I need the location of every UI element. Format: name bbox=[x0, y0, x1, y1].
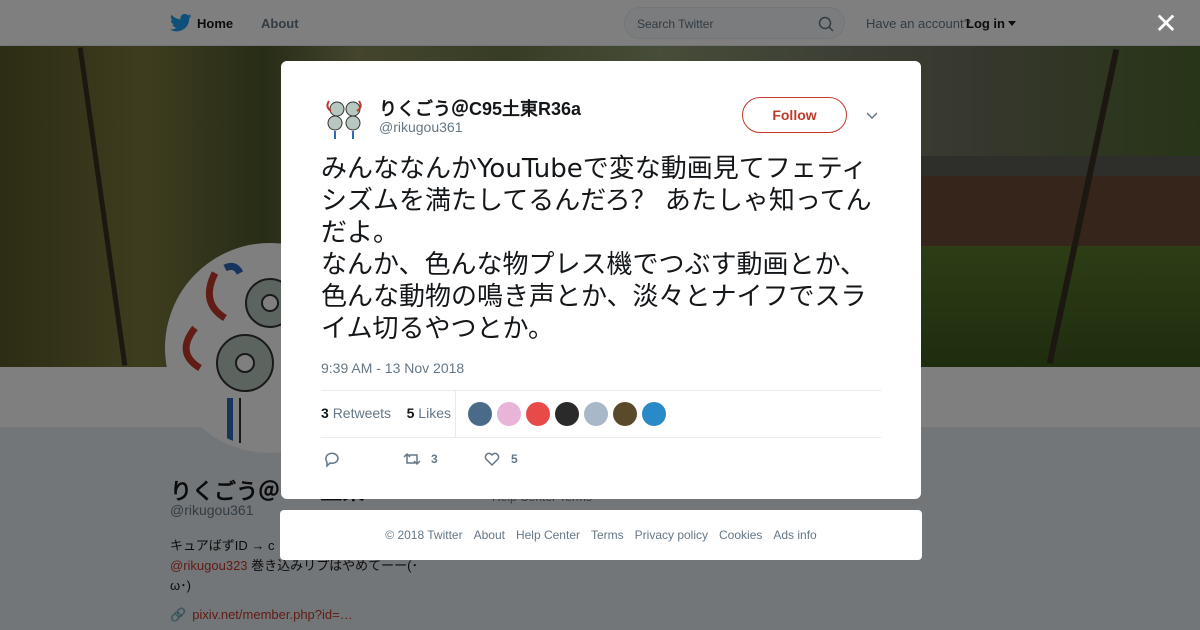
footer-link[interactable]: About bbox=[474, 528, 505, 542]
likes-label: Likes bbox=[418, 405, 451, 421]
likes-stat[interactable]: 5 Likes bbox=[407, 405, 451, 421]
copyright-text: © 2018 Twitter bbox=[385, 528, 463, 542]
tweet-modal: りくごう＠C95土東R36a @rikugou361 Follow みんななんか… bbox=[281, 61, 921, 499]
liker-avatar[interactable] bbox=[468, 402, 492, 426]
tweet-stats: 3 Retweets 5 Likes bbox=[321, 405, 451, 421]
retweets-label: Retweets bbox=[332, 405, 392, 421]
tweet-timestamp[interactable]: 9:39 AM - 13 Nov 2018 bbox=[321, 360, 464, 376]
footer-link[interactable]: Ads info bbox=[773, 528, 816, 542]
liker-avatar[interactable] bbox=[497, 402, 521, 426]
retweets-count: 3 bbox=[321, 405, 329, 421]
footer-link[interactable]: Cookies bbox=[719, 528, 762, 542]
liker-avatars bbox=[468, 402, 666, 426]
author-handle[interactable]: @rikugou361 bbox=[379, 119, 463, 135]
tweet-text: みんななんかYouTubeで変な動画見てフェティシズムを満たしてるんだろ？ あた… bbox=[321, 154, 872, 344]
divider bbox=[321, 437, 881, 438]
liker-avatar[interactable] bbox=[613, 402, 637, 426]
liker-avatar[interactable] bbox=[555, 402, 579, 426]
author-name[interactable]: りくごう＠C95土東R36a bbox=[379, 95, 581, 121]
divider bbox=[455, 390, 456, 437]
liker-avatar[interactable] bbox=[526, 402, 550, 426]
liker-avatar[interactable] bbox=[642, 402, 666, 426]
heart-icon[interactable] bbox=[483, 450, 501, 468]
retweets-stat[interactable]: 3 Retweets bbox=[321, 405, 391, 421]
like-action-count: 5 bbox=[511, 452, 518, 466]
follow-button[interactable]: Follow bbox=[742, 97, 847, 133]
divider bbox=[321, 390, 881, 391]
footer-link[interactable]: Privacy policy bbox=[635, 528, 708, 542]
author-avatar[interactable] bbox=[321, 95, 367, 141]
chevron-down-icon[interactable] bbox=[866, 109, 878, 121]
footer-link[interactable]: Terms bbox=[591, 528, 624, 542]
footer-links: © 2018 Twitter About Help Center Terms Priva… bbox=[280, 510, 922, 560]
close-icon[interactable]: ✕ bbox=[1154, 10, 1178, 38]
reply-icon[interactable] bbox=[323, 450, 341, 468]
liker-avatar[interactable] bbox=[584, 402, 608, 426]
likes-count: 5 bbox=[406, 405, 415, 421]
retweet-icon[interactable] bbox=[403, 450, 421, 468]
retweet-action-count: 3 bbox=[431, 452, 438, 466]
footer-link[interactable]: Help Center bbox=[516, 528, 580, 542]
